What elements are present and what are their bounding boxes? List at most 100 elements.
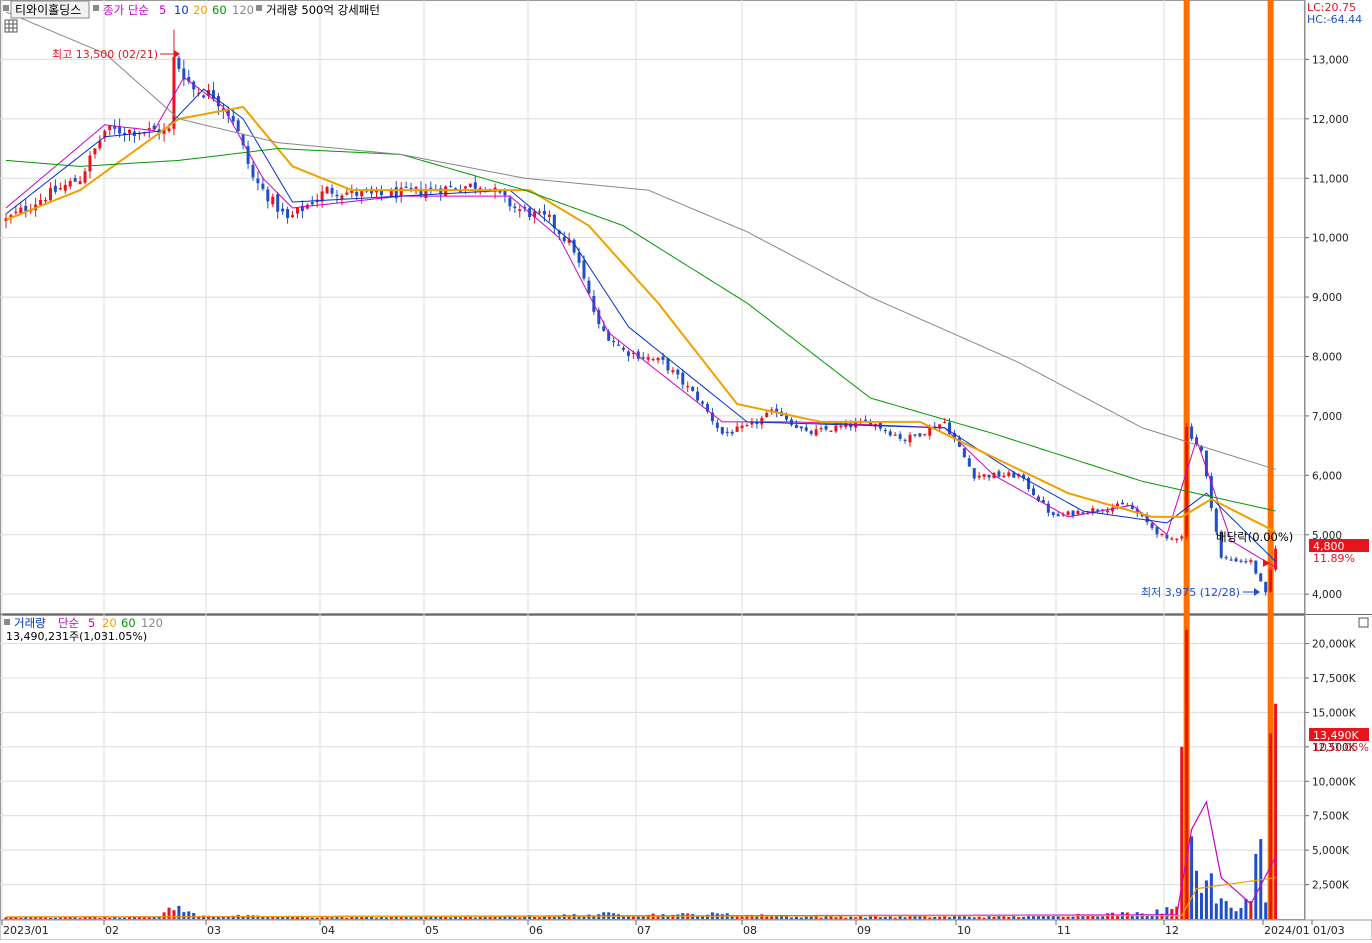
- price-candle-body: [503, 190, 507, 196]
- volume-bar: [458, 917, 462, 919]
- price-candle-body: [1096, 509, 1100, 511]
- price-candle-body: [582, 260, 586, 279]
- price-candle-body: [1224, 556, 1228, 559]
- volume-bar: [409, 917, 413, 919]
- price-candle-body: [824, 426, 828, 430]
- price-candle-body: [1165, 534, 1169, 539]
- volume-bar: [375, 917, 378, 919]
- price-candle-body: [676, 369, 680, 375]
- price-candle-body: [360, 191, 364, 197]
- price-candle-body: [839, 425, 843, 427]
- volume-bar: [523, 916, 527, 919]
- volume-bar: [740, 916, 744, 919]
- volume-bar: [1022, 916, 1026, 919]
- price-candle-body: [1160, 533, 1164, 536]
- volume-bar: [291, 917, 295, 919]
- volume-bar: [123, 917, 127, 919]
- price-candle-body: [58, 188, 62, 190]
- volume-tick-label: 17,500K: [1312, 673, 1357, 685]
- volume-bar: [1234, 911, 1238, 919]
- volume-bar: [1027, 915, 1031, 919]
- volume-bar: [1091, 915, 1095, 919]
- ma-period-120[interactable]: 120: [232, 3, 254, 17]
- volume-bar: [1101, 916, 1105, 919]
- volume-bar: [449, 917, 453, 919]
- ma-label[interactable]: 종가 단순: [103, 3, 149, 17]
- volume-bar: [799, 917, 803, 919]
- price-candle-body: [834, 425, 838, 432]
- price-candle-body: [720, 427, 724, 434]
- price-candle-body: [760, 417, 764, 425]
- volume-ma-period-120[interactable]: 120: [141, 616, 163, 630]
- volume-bar: [384, 917, 388, 919]
- price-candle-body: [458, 191, 462, 193]
- volume-bar: [982, 917, 986, 919]
- volume-bar: [162, 912, 166, 919]
- price-candle-body: [1249, 560, 1253, 562]
- price-candle-body: [48, 188, 52, 201]
- volume-panel: [0, 615, 1305, 920]
- price-candle-body: [987, 474, 991, 478]
- volume-ma-period-5[interactable]: 5: [88, 616, 95, 630]
- volume-bar: [948, 917, 952, 919]
- volume-bar: [878, 917, 882, 919]
- price-tick-label: 13,000: [1312, 54, 1349, 66]
- price-candle-body: [997, 471, 1001, 477]
- price-candle-body: [1190, 426, 1194, 439]
- price-candle-body: [646, 357, 650, 360]
- price-candle-body: [68, 181, 72, 187]
- price-candle-body: [1180, 536, 1184, 539]
- price-candle-body: [681, 372, 685, 385]
- price-candle-body: [809, 431, 813, 434]
- x-tick-label: 03: [207, 924, 221, 937]
- price-candle-body: [908, 434, 912, 443]
- price-candle-body: [409, 187, 413, 190]
- price-candle-body: [108, 125, 112, 131]
- volume-bar: [1002, 916, 1006, 919]
- volume-bar: [93, 917, 97, 919]
- price-candle-body: [730, 431, 734, 434]
- ma-period-20[interactable]: 20: [193, 3, 208, 17]
- ma-period-10[interactable]: 10: [174, 3, 189, 17]
- volume-bar: [582, 916, 586, 919]
- volume-ma-period-20[interactable]: 20: [102, 616, 117, 630]
- price-candle-body: [819, 427, 823, 430]
- price-candle-body: [429, 187, 433, 189]
- price-candle-body: [1056, 514, 1060, 517]
- volume-bar: [58, 917, 62, 919]
- price-candle-body: [1259, 573, 1263, 582]
- price-tick-label: 10,000: [1312, 233, 1349, 245]
- volume-bar: [88, 917, 92, 919]
- price-candle-body: [202, 95, 206, 98]
- volume-bar: [854, 917, 858, 919]
- price-candle-body: [577, 252, 581, 263]
- volume-ma-label[interactable]: 단순: [58, 616, 79, 630]
- volume-bar: [118, 917, 122, 919]
- volume-bar: [305, 917, 309, 919]
- volume-ma-period-60[interactable]: 60: [121, 616, 136, 630]
- price-candle-body: [794, 424, 798, 428]
- volume-panel-menu-icon[interactable]: [1358, 617, 1369, 628]
- price-candle-body: [231, 115, 235, 122]
- price-candle-body: [967, 458, 971, 467]
- price-candle-body: [799, 426, 803, 429]
- price-candle-body: [414, 186, 418, 189]
- volume-bar: [780, 916, 784, 919]
- price-candle-body: [542, 210, 546, 215]
- ma-period-5[interactable]: 5: [159, 3, 166, 17]
- price-candle-body: [691, 386, 695, 391]
- stock-name[interactable]: 티와이홀딩스: [15, 3, 81, 17]
- price-candle-body: [291, 215, 295, 218]
- price-candle-body: [562, 237, 566, 242]
- price-candle-body: [1244, 561, 1248, 563]
- volume-bar: [276, 916, 280, 919]
- grid-toggle-icon[interactable]: [4, 19, 18, 33]
- price-candle-body: [93, 148, 97, 155]
- price-candle-body: [661, 356, 665, 360]
- x-tick-label: 10: [957, 924, 971, 937]
- pattern-label[interactable]: 거래량 500억 강세패턴: [266, 3, 380, 17]
- volume-title[interactable]: 거래량: [14, 616, 46, 630]
- volume-bar: [370, 916, 374, 919]
- price-candle-body: [1007, 472, 1011, 477]
- ma-period-60[interactable]: 60: [212, 3, 227, 17]
